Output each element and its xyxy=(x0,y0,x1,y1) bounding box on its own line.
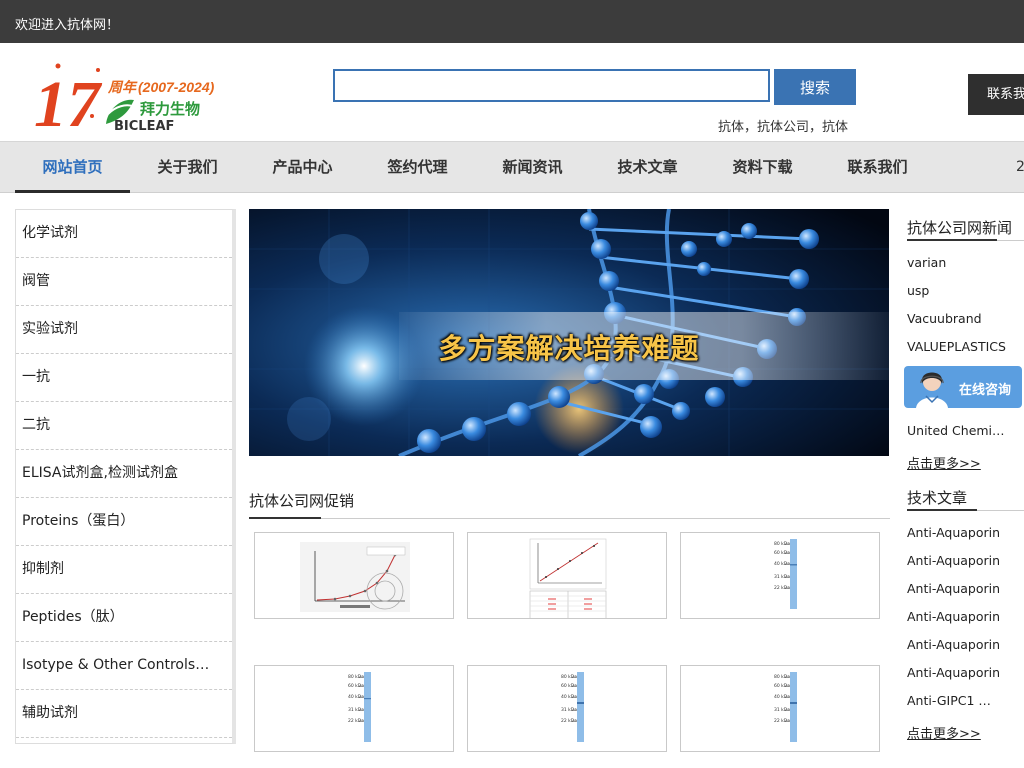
category-item[interactable]: 阀管 xyxy=(16,258,233,306)
product-thumbnail[interactable]: 80 kDa 60 kDa 40 kDa 31 kDa 22 kDa xyxy=(680,665,880,752)
news-item[interactable]: usp xyxy=(907,283,1007,298)
banner-caption: 多方案解决培养难题 xyxy=(438,332,700,365)
welcome-text: 欢迎进入抗体网！ xyxy=(15,18,120,33)
nav-item-products[interactable]: 产品中心 xyxy=(245,142,360,193)
nav-item-contact[interactable]: 联系我们 xyxy=(820,142,935,193)
category-sidebar: 化学试剂 阀管 实验试剂 一抗 二抗 ELISA试剂盒,检测试剂盒 Protei… xyxy=(15,209,236,744)
nav-item-downloads[interactable]: 资料下载 xyxy=(705,142,820,193)
category-item[interactable]: 化学试剂 xyxy=(16,210,233,258)
promo-title-underline xyxy=(249,517,321,519)
logo-range: (2007-2024) xyxy=(138,79,215,95)
line-chart-thumbnail-icon xyxy=(300,542,410,612)
category-label: Peptides（肽） xyxy=(22,609,124,625)
category-item[interactable]: 辅助试剂 xyxy=(16,690,233,738)
nav-item-articles[interactable]: 技术文章 xyxy=(590,142,705,193)
nav-item-truncated[interactable]: 2 xyxy=(1016,142,1024,192)
category-item[interactable]: 抑制剂 xyxy=(16,546,233,594)
category-label: 辅助试剂 xyxy=(22,705,78,721)
logo-anniversary: 周年 xyxy=(107,79,138,96)
nav-item-news[interactable]: 新闻资讯 xyxy=(475,142,590,193)
consult-label: 在线咨询 xyxy=(959,383,1012,398)
news-more-link[interactable]: 点击更多>> xyxy=(907,453,981,472)
category-label: 化学试剂 xyxy=(22,225,78,241)
category-label: 阀管 xyxy=(22,273,50,289)
category-label: Proteins（蛋白） xyxy=(22,513,135,529)
logo-brand-en: BICLEAF xyxy=(114,119,174,134)
hero-banner[interactable]: 多方案解决培养难题 xyxy=(249,209,889,456)
category-item[interactable]: 一抗 xyxy=(16,354,233,402)
article-item[interactable]: Anti-Aquaporin xyxy=(907,637,1007,652)
nav-item-home[interactable]: 网站首页 xyxy=(15,142,130,193)
article-item[interactable]: Anti-GIPC1 Antibody xyxy=(907,693,997,708)
news-item[interactable]: VALUEPLASTICS xyxy=(907,339,1007,354)
product-thumbnail[interactable]: 80 kDa 60 kDa 40 kDa 31 kDa 22 kDa xyxy=(467,665,667,752)
search-button[interactable]: 搜索 xyxy=(774,69,856,105)
articles-section-title[interactable]: 技术文章 xyxy=(907,487,967,508)
article-item[interactable]: Anti-Aquaporin xyxy=(907,609,1007,624)
news-item[interactable]: varian xyxy=(907,255,1007,270)
online-consult-button[interactable]: 在线咨询 xyxy=(904,366,1022,408)
search-input[interactable] xyxy=(333,69,770,102)
category-label: 二抗 xyxy=(22,417,50,433)
nav-item-agency[interactable]: 签约代理 xyxy=(360,142,475,193)
customer-service-avatar-icon xyxy=(916,372,948,408)
product-thumbnail[interactable]: 80 kDa 60 kDa 40 kDa 31 kDa 22 kDa xyxy=(680,532,880,619)
western-blot-thumbnail-icon: 80 kDa60 kDa40 kDa31 kDa22 kDa xyxy=(348,672,371,742)
category-item[interactable]: 实验试剂 xyxy=(16,306,233,354)
article-item[interactable]: Anti-Aquaporin xyxy=(907,581,1007,596)
articles-title-underline xyxy=(907,509,977,511)
hot-keywords[interactable]: 抗体，抗体公司，抗体 xyxy=(718,116,848,136)
western-blot-thumbnail-icon: 80 kDa60 kDa40 kDa31 kDa22 kDa xyxy=(774,672,797,742)
category-label: 抑制剂 xyxy=(22,561,64,577)
category-item[interactable]: Isotype & Other Controls（... xyxy=(16,642,233,690)
western-blot-thumbnail-icon: 80 kDa60 kDa40 kDa31 kDa22 kDa xyxy=(774,539,797,609)
promo-section-title[interactable]: 抗体公司网促销 xyxy=(249,490,354,511)
article-item[interactable]: Anti-Aquaporin xyxy=(907,553,1007,568)
news-item[interactable]: Vacuubrand xyxy=(907,311,1007,326)
category-item[interactable]: Proteins（蛋白） xyxy=(16,498,233,546)
nav-item-about[interactable]: 关于我们 xyxy=(130,142,245,193)
product-thumbnail[interactable] xyxy=(467,532,667,619)
category-label: 实验试剂 xyxy=(22,321,78,337)
news-item[interactable]: United Chemical xyxy=(907,423,1007,438)
category-label: Isotype & Other Controls（... xyxy=(22,657,222,673)
news-section-title[interactable]: 抗体公司网新闻 xyxy=(907,217,1012,238)
news-title-underline xyxy=(907,239,997,241)
article-item[interactable]: Anti-Aquaporin xyxy=(907,665,1007,680)
standard-curve-thumbnail-icon xyxy=(529,538,607,618)
site-logo[interactable]: 17 周年 (2007-2024) 拜力生物 BICLEAF xyxy=(30,58,220,141)
product-thumbnail[interactable]: 80 kDa 60 kDa 40 kDa 31 kDa 22 kDa xyxy=(254,665,454,752)
category-label: 一抗 xyxy=(22,369,50,385)
article-item[interactable]: Anti-Aquaporin xyxy=(907,525,1007,540)
contact-button[interactable]: 联系我 xyxy=(968,74,1024,115)
promo-divider xyxy=(249,518,890,519)
articles-more-link[interactable]: 点击更多>> xyxy=(907,723,981,742)
logo-brand-cn: 拜力生物 xyxy=(140,100,200,118)
category-item[interactable]: ELISA试剂盒,检测试剂盒 xyxy=(16,450,233,498)
category-item[interactable]: 二抗 xyxy=(16,402,233,450)
western-blot-thumbnail-icon: 80 kDa60 kDa40 kDa31 kDa22 kDa xyxy=(561,672,584,742)
category-item[interactable]: Peptides（肽） xyxy=(16,594,233,642)
top-bar: 欢迎进入抗体网！ xyxy=(0,0,1024,43)
product-thumbnail[interactable] xyxy=(254,532,454,619)
main-nav: 网站首页 关于我们 产品中心 签约代理 新闻资讯 技术文章 资料下载 联系我们 … xyxy=(0,141,1024,193)
logo-years: 17 xyxy=(34,68,103,134)
category-label: ELISA试剂盒,检测试剂盒 xyxy=(22,465,178,481)
